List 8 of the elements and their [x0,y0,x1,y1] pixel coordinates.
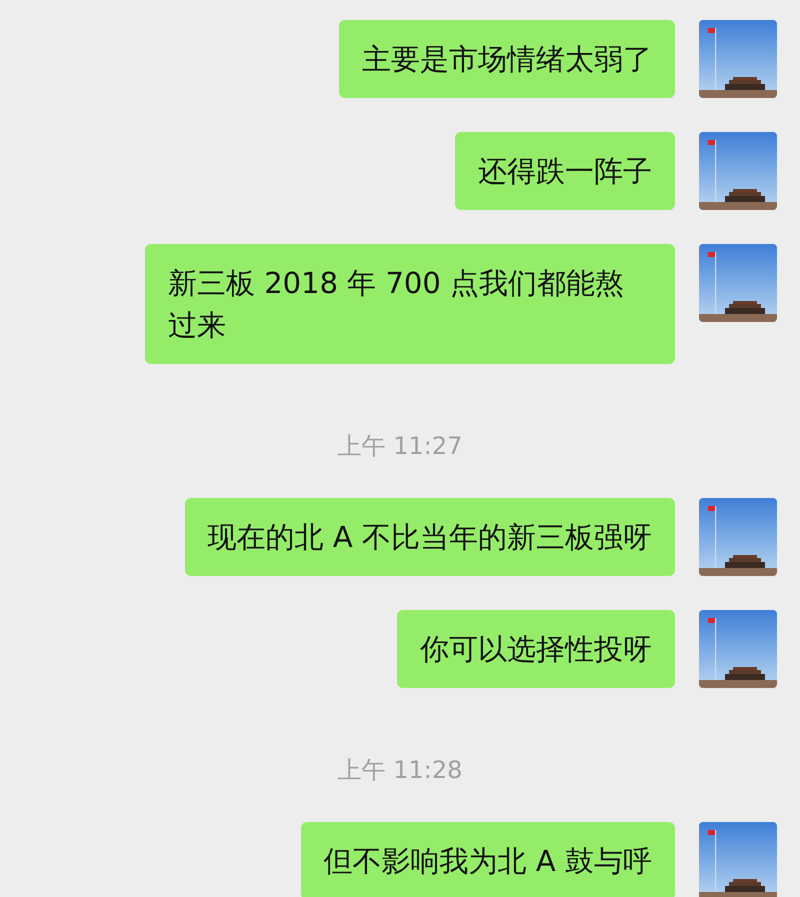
message-bubble: 主要是市场情绪太弱了 [339,20,675,98]
timestamp: 上午 11:27 [338,431,462,462]
message-bubble: 还得跌一阵子 [455,132,675,210]
timestamp: 上午 11:28 [338,755,462,786]
message-bubble: 现在的北 A 不比当年的新三板强呀 [184,498,675,576]
message-bubble: 但不影响我为北 A 鼓与呼 [300,822,675,897]
message-bubble: 你可以选择性投呀 [397,610,675,688]
message-bubble: 新三板 2018 年 700 点我们都能熬过来 [145,244,675,364]
